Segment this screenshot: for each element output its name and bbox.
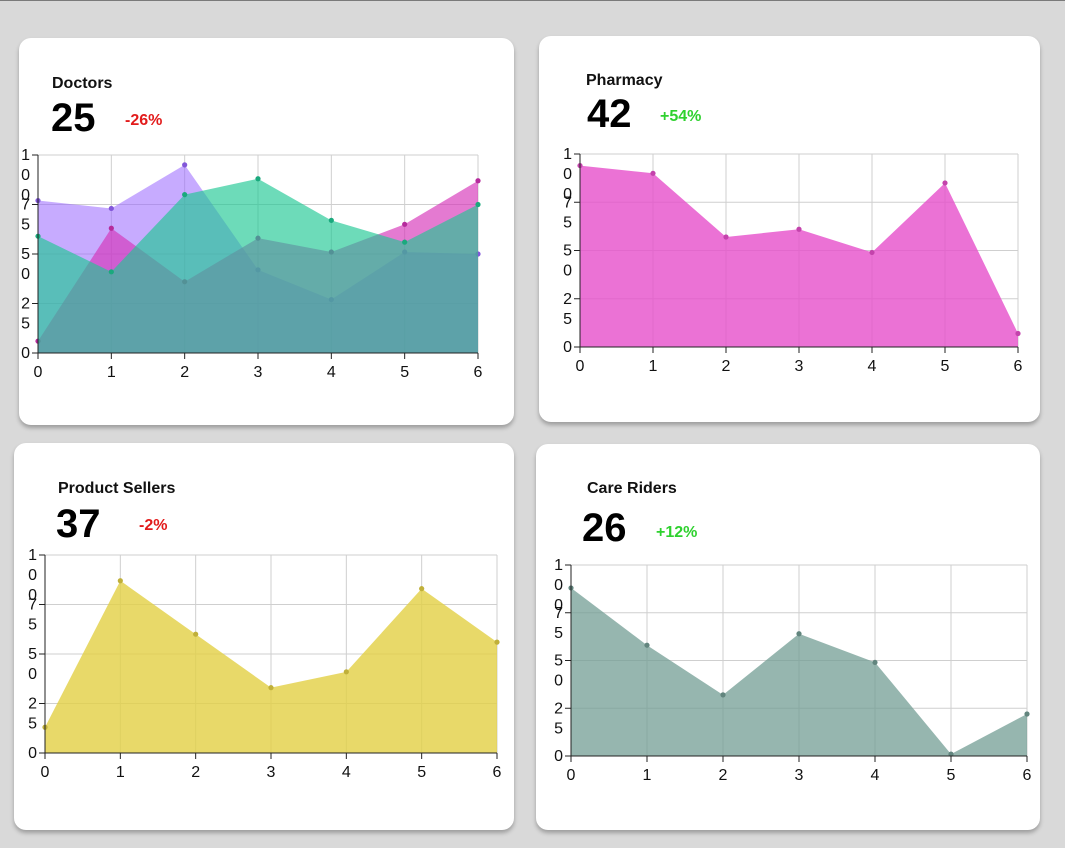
data-point <box>942 180 948 186</box>
x-tick-label: 5 <box>941 358 950 375</box>
y-tick-label: 25 <box>563 291 572 328</box>
data-point <box>796 226 802 232</box>
x-tick-label: 1 <box>116 764 125 781</box>
data-point <box>475 178 481 184</box>
y-tick-label: 100 <box>21 147 30 204</box>
data-point <box>328 217 334 223</box>
y-tick-label: 25 <box>21 296 30 333</box>
x-tick-label: 1 <box>643 767 652 784</box>
y-tick-label: 50 <box>554 653 563 690</box>
data-point <box>255 176 261 182</box>
x-tick-label: 5 <box>400 364 409 381</box>
x-tick-label: 6 <box>1014 358 1023 375</box>
x-tick-label: 2 <box>722 358 731 375</box>
data-point <box>419 586 425 592</box>
data-point <box>182 192 188 198</box>
y-tick-label: 50 <box>28 646 37 683</box>
y-tick-label: 100 <box>563 146 572 203</box>
data-point <box>108 225 114 231</box>
care-riders-card: Care Riders 26 +12% 01234560255075100 <box>536 444 1040 830</box>
x-tick-label: 0 <box>34 364 43 381</box>
data-point <box>723 234 729 240</box>
data-point <box>108 269 114 275</box>
y-tick-label: 0 <box>28 745 37 762</box>
y-tick-label: 0 <box>563 339 572 356</box>
y-tick-label: 50 <box>563 243 572 280</box>
data-point <box>268 685 274 691</box>
y-tick-label: 25 <box>554 700 563 737</box>
data-point <box>869 249 875 256</box>
x-tick-label: 4 <box>327 364 336 381</box>
data-point <box>193 631 199 637</box>
x-tick-label: 6 <box>493 764 502 781</box>
x-tick-label: 6 <box>1023 767 1032 784</box>
x-tick-label: 1 <box>107 364 116 381</box>
x-tick-label: 4 <box>868 358 877 375</box>
x-tick-label: 2 <box>180 364 189 381</box>
x-tick-label: 4 <box>342 764 351 781</box>
data-point <box>182 162 188 168</box>
x-tick-label: 1 <box>649 358 658 375</box>
data-point <box>494 639 500 645</box>
product-sellers-area-chart: 0 1 2 3 4 5 602 55 07 51 0 0 <box>28 547 502 781</box>
y-tick-label: 0 <box>554 748 563 765</box>
data-point <box>402 221 408 227</box>
x-tick-label: 3 <box>254 364 263 381</box>
data-point <box>720 692 726 698</box>
data-point <box>108 205 114 212</box>
x-tick-label: 5 <box>417 764 426 781</box>
care-riders-area-chart: 0 1 2 3 4 5 602 55 07 51 0 0 <box>554 557 1032 784</box>
data-point <box>402 239 408 245</box>
y-tick-label: 50 <box>21 246 30 283</box>
x-tick-label: 3 <box>795 767 804 784</box>
data-point <box>872 659 878 666</box>
data-point <box>1015 330 1021 337</box>
product-sellers-card: Product Sellers 37 -2% 01234560255075100 <box>14 443 514 830</box>
x-tick-label: 2 <box>191 764 200 781</box>
data-point <box>343 669 349 675</box>
data-point <box>796 631 802 637</box>
data-point <box>1024 711 1030 717</box>
pharmacy-area-chart: 0 1 2 3 4 5 602 55 07 51 0 0 <box>563 146 1023 375</box>
x-tick-label: 6 <box>474 364 483 381</box>
data-point <box>644 642 650 648</box>
y-tick-label: 100 <box>554 557 563 614</box>
data-point <box>475 201 481 208</box>
x-tick-label: 0 <box>567 767 576 784</box>
y-tick-label: 0 <box>21 345 30 362</box>
x-tick-label: 3 <box>267 764 276 781</box>
x-tick-label: 0 <box>576 358 585 375</box>
y-tick-label: 25 <box>28 696 37 733</box>
data-point <box>650 170 656 176</box>
x-tick-label: 2 <box>719 767 728 784</box>
doctors-area-chart: 0 1 2 3 4 5 602 55 07 51 0 0 <box>21 147 483 381</box>
y-tick-label: 100 <box>28 547 37 604</box>
x-tick-label: 5 <box>947 767 956 784</box>
x-tick-label: 0 <box>41 764 50 781</box>
top-border <box>0 0 1065 1</box>
x-tick-label: 3 <box>795 358 804 375</box>
data-point <box>117 578 123 584</box>
x-tick-label: 4 <box>871 767 880 784</box>
doctors-card: Doctors 25 -26% 01234560255075100 <box>19 38 514 425</box>
pharmacy-card: Pharmacy 42 +54% 01234560255075100 <box>539 36 1040 422</box>
